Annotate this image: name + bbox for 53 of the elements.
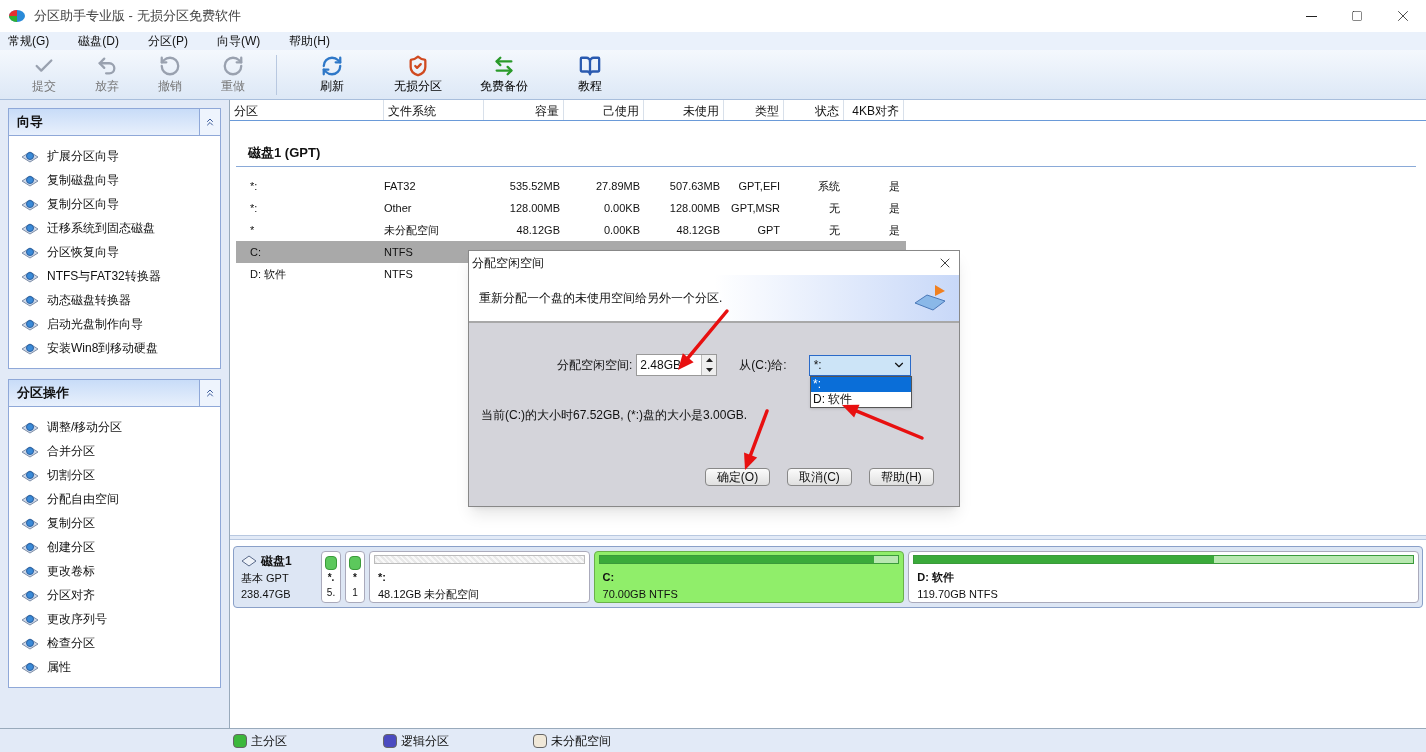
disk-name: 磁盘1 [261, 552, 292, 570]
disk-type: 基本 GPT [241, 570, 290, 586]
partition-name: *. [327, 571, 335, 585]
table-cell-text: GPT,EFI [737, 178, 781, 194]
legend-label: 未分配空间 [551, 732, 611, 750]
partition-name: * [353, 571, 357, 585]
panel-title: 分区操作 [16, 384, 70, 403]
disk-size: 238.47GB [241, 587, 292, 602]
table-cell-text: 无 [828, 222, 841, 238]
dialog-title: 分配空闲空间 [471, 255, 545, 272]
partition-name: C: [601, 570, 616, 585]
table-cell-text: 0.00KB [602, 222, 641, 238]
partition-detail: 70.00GB NTFS [601, 586, 679, 602]
table-cell-text: *: [249, 200, 259, 216]
table-cell-text: Other [384, 200, 413, 216]
disk-group-header: 磁盘1 (GPT) [246, 143, 321, 162]
table-cell-text: 无 [828, 200, 841, 216]
table-cell-text: 是 [888, 200, 901, 216]
table-cell-text: 48.12GB [675, 222, 721, 238]
table-cell-text: 128.00MB [508, 200, 561, 216]
table-cell-text: FAT32 [384, 178, 417, 194]
info-text: 当前(C:)的大小时67.52GB, (*:)盘的大小是3.00GB. [481, 407, 749, 424]
table-cell-text: 是 [888, 178, 901, 194]
table-cell-text: GPT,MSR [730, 200, 781, 216]
window-title: 分区助手专业版 - 无损分区免费软件 [34, 7, 241, 26]
table-cell-text: * [249, 222, 256, 238]
table-cell-text: 48.12GB [515, 222, 561, 238]
partition-name: D: 软件 [916, 570, 955, 585]
table-cell-text: 是 [888, 222, 901, 238]
table-cell-text: 未分配空间 [384, 222, 440, 238]
table-cell-text: C: [249, 244, 262, 260]
table-cell-text: 系统 [817, 178, 841, 194]
partition-name: *: [377, 570, 387, 585]
table-cell-text: 507.63MB [668, 178, 721, 194]
legend-label: 主分区 [251, 732, 287, 750]
partition-detail: 1 [352, 586, 358, 600]
partition-detail: 48.12GB 未分配空间 [377, 586, 481, 602]
legend-label: 逻辑分区 [401, 732, 449, 750]
panel-title: 向导 [16, 113, 44, 132]
table-cell-text: NTFS [384, 266, 414, 282]
partition-detail: 5. [326, 586, 336, 600]
partition-detail: 119.70GB NTFS [916, 586, 999, 602]
table-cell-text: D: 软件 [249, 266, 288, 282]
table-cell-text: NTFS [384, 244, 414, 260]
table-cell-text: 128.00MB [668, 200, 721, 216]
table-cell-text: *: [249, 178, 259, 194]
table-cell-text: GPT [756, 222, 781, 238]
field-label: 分配空闲空间: [557, 357, 633, 374]
table-cell-text: 535.52MB [508, 178, 561, 194]
dialog-description: 重新分配一个盘的未使用空间给另外一个分区. [478, 290, 724, 307]
table-cell-text: 0.00KB [602, 200, 641, 216]
table-cell-text: 27.89MB [594, 178, 641, 194]
field-label: 从(C:)给: [739, 357, 787, 374]
